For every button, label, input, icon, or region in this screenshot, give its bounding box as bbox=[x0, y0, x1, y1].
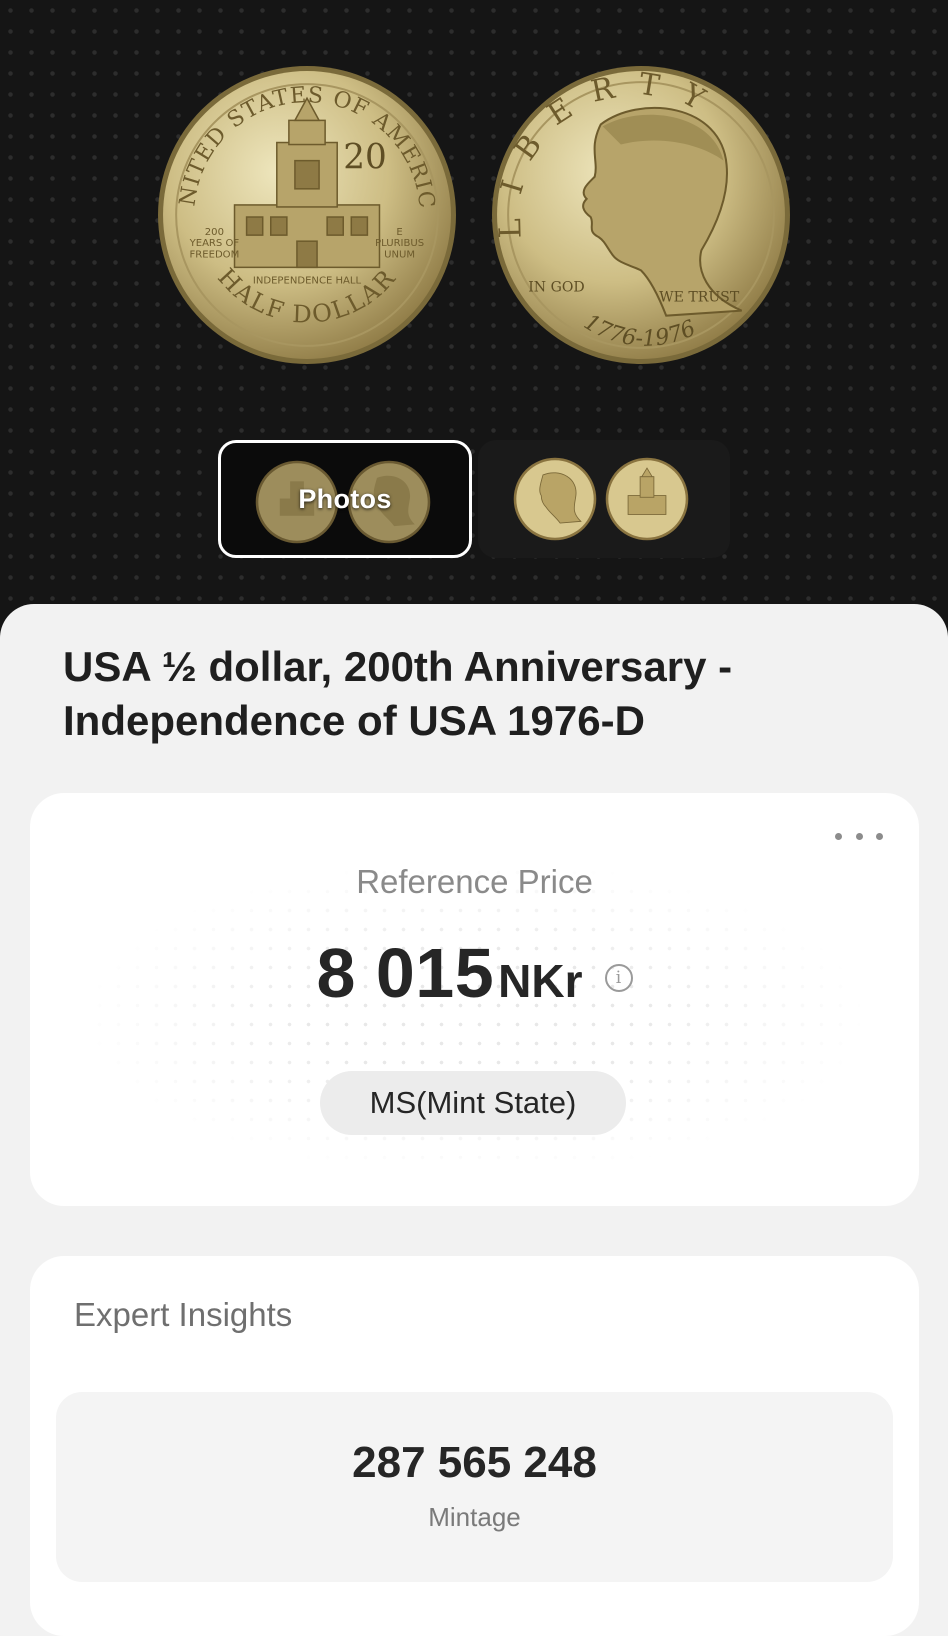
coin-denomination-mark: 20 bbox=[343, 138, 387, 178]
coin-left-legend-1: 200 bbox=[205, 227, 224, 238]
mintage-value: 287 565 248 bbox=[352, 1438, 597, 1487]
price-currency: NKr bbox=[498, 955, 583, 1007]
reference-coin-obverse-thumb bbox=[513, 457, 597, 541]
expert-insights-card: Expert Insights 287 565 248 Mintage bbox=[30, 1256, 919, 1636]
coin-motto-right: WE TRUST bbox=[659, 290, 740, 306]
mintage-label: Mintage bbox=[428, 1502, 521, 1532]
info-icon[interactable]: i bbox=[604, 964, 633, 992]
reference-images-thumbnail[interactable] bbox=[478, 440, 730, 558]
coin-title: USA ½ dollar, 200th Anniversary - Indepe… bbox=[63, 643, 733, 744]
price-value: 8 015 bbox=[316, 934, 495, 1012]
coin-image-gallery: UNITED STATES OF AMERICA HALF DOLLAR 20 … bbox=[0, 0, 948, 640]
photos-thumbnail[interactable]: Photos bbox=[218, 440, 472, 558]
coin-right-legend-1: E bbox=[396, 227, 402, 238]
photos-label: Photos bbox=[298, 484, 392, 514]
mintage-stat: 287 565 248 Mintage bbox=[56, 1392, 893, 1582]
coin-obverse-image[interactable]: LIBERTY IN GOD WE TRUST 1776-1976 bbox=[490, 64, 792, 366]
coin-building-label: INDEPENDENCE HALL bbox=[253, 275, 362, 286]
coin-left-legend-2: YEARS OF bbox=[189, 238, 240, 249]
reference-price-label: Reference Price bbox=[356, 863, 593, 900]
ellipsis-icon bbox=[855, 832, 863, 840]
price-display: 8 015NKr i bbox=[30, 933, 919, 1013]
coin-reverse-image[interactable]: UNITED STATES OF AMERICA HALF DOLLAR 20 … bbox=[156, 64, 458, 366]
ellipsis-icon bbox=[835, 832, 842, 840]
expert-insights-title: Expert Insights bbox=[74, 1296, 293, 1333]
coin-right-legend-2: PLURIBUS bbox=[375, 238, 424, 249]
coin-left-legend-3: FREEDOM bbox=[189, 249, 239, 260]
ellipsis-icon bbox=[876, 832, 883, 840]
coin-motto-left: IN GOD bbox=[528, 280, 584, 296]
grade-badge[interactable]: MS(Mint State) bbox=[320, 1071, 626, 1135]
reference-price-card: Reference Price 8 015NKr i MS(Mint State) bbox=[30, 793, 919, 1206]
coin-right-legend-3: UNUM bbox=[384, 249, 415, 260]
reference-coin-reverse-thumb bbox=[605, 457, 689, 541]
more-options-button[interactable] bbox=[835, 821, 883, 851]
